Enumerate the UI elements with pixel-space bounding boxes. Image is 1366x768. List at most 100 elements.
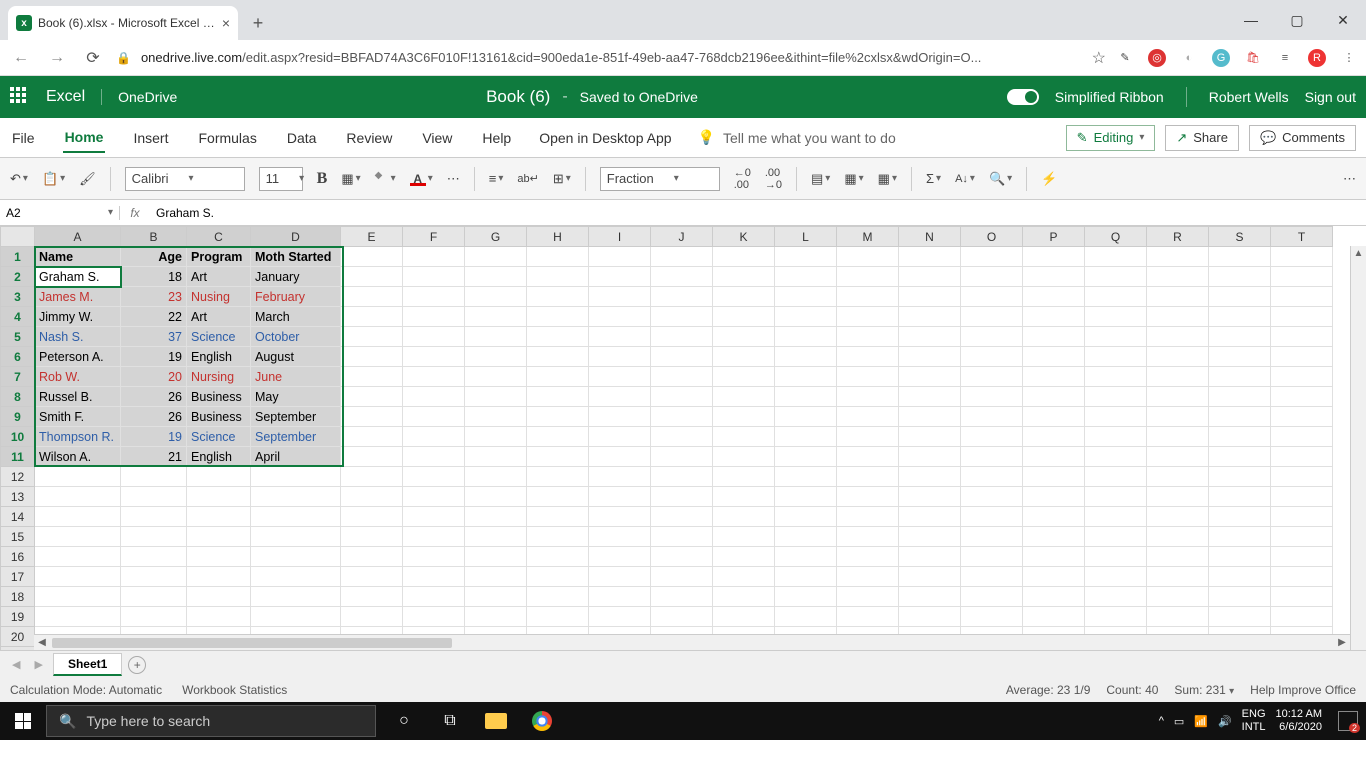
cell-K13[interactable] [713,487,775,507]
cell-C3[interactable]: Nusing [187,287,251,307]
cell-D9[interactable]: September [251,407,341,427]
cell-L18[interactable] [775,587,837,607]
col-header-S[interactable]: S [1209,227,1271,247]
cell-P12[interactable] [1023,467,1085,487]
cell-K16[interactable] [713,547,775,567]
cell-L10[interactable] [775,427,837,447]
cell-I13[interactable] [589,487,651,507]
cell-K4[interactable] [713,307,775,327]
cell-E16[interactable] [341,547,403,567]
cell-S2[interactable] [1209,267,1271,287]
cell-L11[interactable] [775,447,837,467]
cell-S19[interactable] [1209,607,1271,627]
cell-M13[interactable] [837,487,899,507]
cell-Q19[interactable] [1085,607,1147,627]
cell-H8[interactable] [527,387,589,407]
cell-L3[interactable] [775,287,837,307]
find-button[interactable]: 🔍▾ [989,171,1012,187]
cell-K10[interactable] [713,427,775,447]
cell-D15[interactable] [251,527,341,547]
cell-J3[interactable] [651,287,713,307]
cell-T15[interactable] [1271,527,1333,547]
cell-O15[interactable] [961,527,1023,547]
cell-B16[interactable] [121,547,187,567]
tray-chevron-icon[interactable]: ^ [1159,715,1164,727]
cell-P5[interactable] [1023,327,1085,347]
cortana-icon[interactable]: ○ [384,705,424,737]
cell-F10[interactable] [403,427,465,447]
cell-F9[interactable] [403,407,465,427]
cell-M14[interactable] [837,507,899,527]
cell-K7[interactable] [713,367,775,387]
cell-C19[interactable] [187,607,251,627]
col-header-J[interactable]: J [651,227,713,247]
cell-H2[interactable] [527,267,589,287]
cell-H3[interactable] [527,287,589,307]
cell-N8[interactable] [899,387,961,407]
cell-E12[interactable] [341,467,403,487]
col-header-P[interactable]: P [1023,227,1085,247]
tell-me-search[interactable]: 💡 Tell me what you want to do [698,129,896,146]
cell-M16[interactable] [837,547,899,567]
cell-E14[interactable] [341,507,403,527]
horizontal-scrollbar[interactable]: ◀ ▶ [34,634,1350,650]
cell-E13[interactable] [341,487,403,507]
cell-R16[interactable] [1147,547,1209,567]
cell-T16[interactable] [1271,547,1333,567]
cell-C12[interactable] [187,467,251,487]
cell-I3[interactable] [589,287,651,307]
cell-H12[interactable] [527,467,589,487]
cell-O1[interactable] [961,247,1023,267]
cell-D19[interactable] [251,607,341,627]
cell-C16[interactable] [187,547,251,567]
add-sheet-button[interactable]: + [128,656,146,674]
cell-O7[interactable] [961,367,1023,387]
cell-G13[interactable] [465,487,527,507]
cell-O12[interactable] [961,467,1023,487]
cell-E9[interactable] [341,407,403,427]
cell-K1[interactable] [713,247,775,267]
col-header-T[interactable]: T [1271,227,1333,247]
row-header-13[interactable]: 13 [1,487,35,507]
notification-icon[interactable]: 2 [1338,711,1358,731]
cell-M17[interactable] [837,567,899,587]
cell-T2[interactable] [1271,267,1333,287]
cell-L19[interactable] [775,607,837,627]
cell-M7[interactable] [837,367,899,387]
col-header-D[interactable]: D [251,227,341,247]
ideas-button[interactable]: ⚡ [1041,171,1057,187]
cell-J19[interactable] [651,607,713,627]
taskbar-search[interactable]: 🔍 Type here to search [46,705,376,737]
chrome-menu-icon[interactable]: ⋮ [1340,49,1358,67]
cell-G15[interactable] [465,527,527,547]
col-header-H[interactable]: H [527,227,589,247]
cell-S3[interactable] [1209,287,1271,307]
cell-L2[interactable] [775,267,837,287]
cell-B3[interactable]: 23 [121,287,187,307]
cell-L13[interactable] [775,487,837,507]
cell-K15[interactable] [713,527,775,547]
cell-F1[interactable] [403,247,465,267]
cell-T3[interactable] [1271,287,1333,307]
cell-G16[interactable] [465,547,527,567]
font-name-select[interactable]: Calibri▾ [125,167,245,191]
cell-M1[interactable] [837,247,899,267]
tab-insert[interactable]: Insert [131,124,170,152]
ext-icon-4[interactable]: G [1212,49,1230,67]
cell-O8[interactable] [961,387,1023,407]
cell-P16[interactable] [1023,547,1085,567]
cell-H16[interactable] [527,547,589,567]
share-button[interactable]: ↗ Share [1165,125,1239,151]
sort-filter-button[interactable]: A↓▾ [955,173,975,185]
cell-R18[interactable] [1147,587,1209,607]
cell-D5[interactable]: October [251,327,341,347]
task-view-icon[interactable]: ⧉ [430,705,470,737]
cell-I7[interactable] [589,367,651,387]
cell-B7[interactable]: 20 [121,367,187,387]
cell-C9[interactable]: Business [187,407,251,427]
row-header-4[interactable]: 4 [1,307,35,327]
grid-table[interactable]: ABCDEFGHIJKLMNOPQRST1NameAgeProgramMoth … [0,226,1333,650]
cell-Q12[interactable] [1085,467,1147,487]
format-table-button[interactable]: ▦▾ [844,171,863,187]
cell-N15[interactable] [899,527,961,547]
